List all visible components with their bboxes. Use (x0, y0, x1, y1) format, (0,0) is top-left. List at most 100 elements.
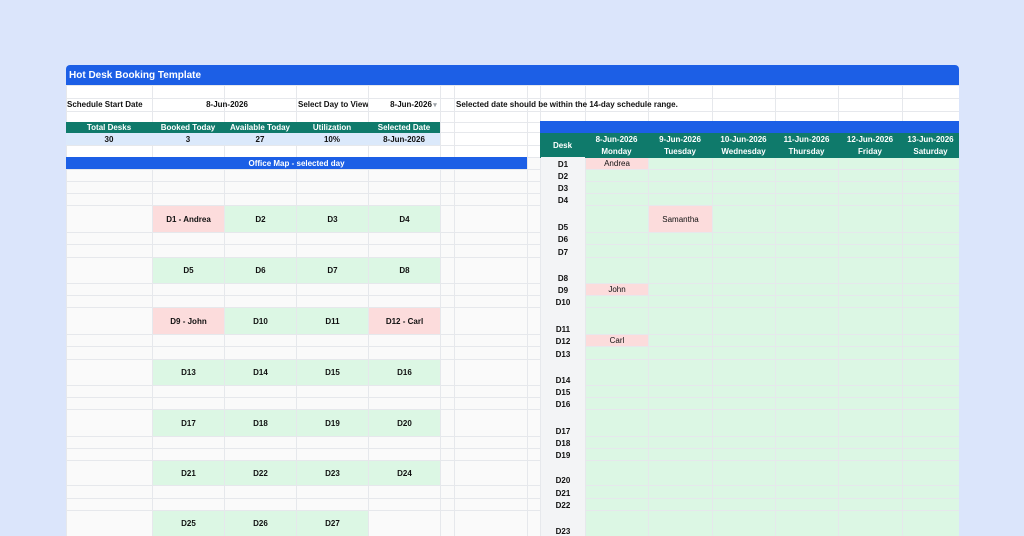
desk-cell[interactable]: D2 (225, 206, 296, 232)
schedule-booking-cell[interactable] (776, 170, 838, 181)
schedule-booking-cell[interactable] (649, 170, 712, 181)
schedule-booking-cell[interactable] (903, 347, 959, 359)
schedule-booking-cell[interactable] (839, 194, 902, 205)
schedule-booking-cell[interactable] (649, 296, 712, 307)
schedule-booking-cell[interactable] (586, 437, 648, 448)
schedule-booking-cell[interactable] (649, 499, 712, 510)
schedule-booking-cell[interactable] (839, 386, 902, 397)
schedule-booking-cell[interactable] (713, 499, 775, 510)
schedule-booking-cell[interactable] (776, 245, 838, 257)
desk-cell[interactable]: D6 (225, 258, 296, 283)
schedule-booking-cell[interactable] (649, 511, 712, 536)
schedule-booking-cell[interactable] (649, 335, 712, 346)
schedule-booking-cell[interactable] (649, 449, 712, 460)
schedule-booking-cell[interactable] (649, 258, 712, 283)
schedule-booking-cell[interactable] (903, 410, 959, 436)
schedule-booking-cell[interactable] (713, 398, 775, 409)
schedule-booking-cell[interactable] (649, 245, 712, 257)
desk-cell[interactable]: D19 (297, 410, 368, 436)
schedule-booking-cell[interactable] (839, 486, 902, 498)
schedule-booking-cell[interactable] (586, 170, 648, 181)
schedule-booking-cell[interactable] (903, 437, 959, 448)
schedule-booking-cell[interactable] (586, 296, 648, 307)
schedule-booking-cell[interactable] (839, 347, 902, 359)
schedule-booking-cell[interactable] (839, 245, 902, 257)
schedule-booking-cell[interactable] (903, 182, 959, 193)
schedule-booking-cell[interactable] (839, 511, 902, 536)
schedule-booking-cell[interactable] (713, 284, 775, 295)
schedule-booking-cell[interactable] (776, 308, 838, 334)
schedule-booking-cell[interactable]: John (586, 284, 648, 295)
desk-cell[interactable]: D20 (369, 410, 440, 436)
schedule-booking-cell[interactable] (839, 335, 902, 346)
schedule-booking-cell[interactable] (776, 437, 838, 448)
schedule-booking-cell[interactable] (649, 233, 712, 244)
schedule-booking-cell[interactable] (839, 284, 902, 295)
desk-cell[interactable]: D21 (153, 461, 224, 485)
schedule-booking-cell[interactable] (776, 499, 838, 510)
desk-cell[interactable]: D5 (153, 258, 224, 283)
schedule-booking-cell[interactable] (903, 449, 959, 460)
schedule-booking-cell[interactable] (776, 233, 838, 244)
chevron-down-icon[interactable]: ▾ (431, 98, 439, 111)
schedule-booking-cell[interactable] (903, 499, 959, 510)
schedule-booking-cell[interactable] (649, 194, 712, 205)
schedule-booking-cell[interactable] (903, 233, 959, 244)
schedule-booking-cell[interactable] (903, 158, 959, 169)
schedule-booking-cell[interactable] (649, 437, 712, 448)
schedule-booking-cell[interactable] (713, 449, 775, 460)
schedule-booking-cell[interactable] (649, 158, 712, 169)
schedule-booking-cell[interactable] (713, 347, 775, 359)
schedule-booking-cell[interactable] (903, 398, 959, 409)
schedule-booking-cell[interactable] (649, 410, 712, 436)
desk-cell[interactable]: D24 (369, 461, 440, 485)
schedule-booking-cell[interactable] (713, 511, 775, 536)
schedule-booking-cell[interactable] (713, 158, 775, 169)
schedule-booking-cell[interactable] (839, 499, 902, 510)
schedule-booking-cell[interactable] (839, 410, 902, 436)
schedule-booking-cell[interactable] (586, 245, 648, 257)
schedule-booking-cell[interactable] (776, 296, 838, 307)
desk-cell[interactable]: D11 (297, 308, 368, 334)
schedule-booking-cell[interactable] (586, 511, 648, 536)
schedule-booking-cell[interactable] (776, 182, 838, 193)
schedule-booking-cell[interactable] (776, 386, 838, 397)
schedule-booking-cell[interactable] (586, 182, 648, 193)
schedule-booking-cell[interactable] (839, 158, 902, 169)
schedule-booking-cell[interactable] (776, 258, 838, 283)
schedule-booking-cell[interactable] (586, 308, 648, 334)
schedule-booking-cell[interactable] (713, 461, 775, 485)
desk-cell[interactable]: D4 (369, 206, 440, 232)
schedule-booking-cell[interactable] (903, 170, 959, 181)
schedule-booking-cell[interactable] (649, 461, 712, 485)
schedule-booking-cell[interactable] (776, 398, 838, 409)
schedule-booking-cell[interactable] (586, 386, 648, 397)
schedule-booking-cell[interactable] (839, 170, 902, 181)
schedule-booking-cell[interactable] (586, 499, 648, 510)
schedule-booking-cell[interactable] (776, 449, 838, 460)
schedule-booking-cell[interactable] (776, 360, 838, 385)
schedule-booking-cell[interactable] (839, 182, 902, 193)
schedule-booking-cell[interactable] (649, 284, 712, 295)
desk-cell[interactable]: D23 (297, 461, 368, 485)
desk-cell[interactable]: D15 (297, 360, 368, 385)
schedule-booking-cell[interactable] (649, 308, 712, 334)
schedule-booking-cell[interactable] (839, 258, 902, 283)
schedule-booking-cell[interactable] (713, 245, 775, 257)
schedule-booking-cell[interactable] (713, 233, 775, 244)
schedule-booking-cell[interactable] (713, 410, 775, 436)
schedule-booking-cell[interactable] (649, 386, 712, 397)
schedule-booking-cell[interactable]: Carl (586, 335, 648, 346)
schedule-start-input[interactable]: 8-Jun-2026 (152, 98, 294, 111)
schedule-booking-cell[interactable] (776, 206, 838, 232)
schedule-booking-cell[interactable] (776, 194, 838, 205)
schedule-booking-cell[interactable] (713, 360, 775, 385)
schedule-booking-cell[interactable] (839, 296, 902, 307)
schedule-booking-cell[interactable] (713, 437, 775, 448)
schedule-booking-cell[interactable] (586, 410, 648, 436)
schedule-booking-cell[interactable] (649, 347, 712, 359)
desk-cell[interactable]: D10 (225, 308, 296, 334)
schedule-booking-cell[interactable] (586, 486, 648, 498)
select-day-dropdown[interactable]: 8-Jun-2026 (368, 98, 454, 111)
schedule-booking-cell[interactable] (713, 296, 775, 307)
